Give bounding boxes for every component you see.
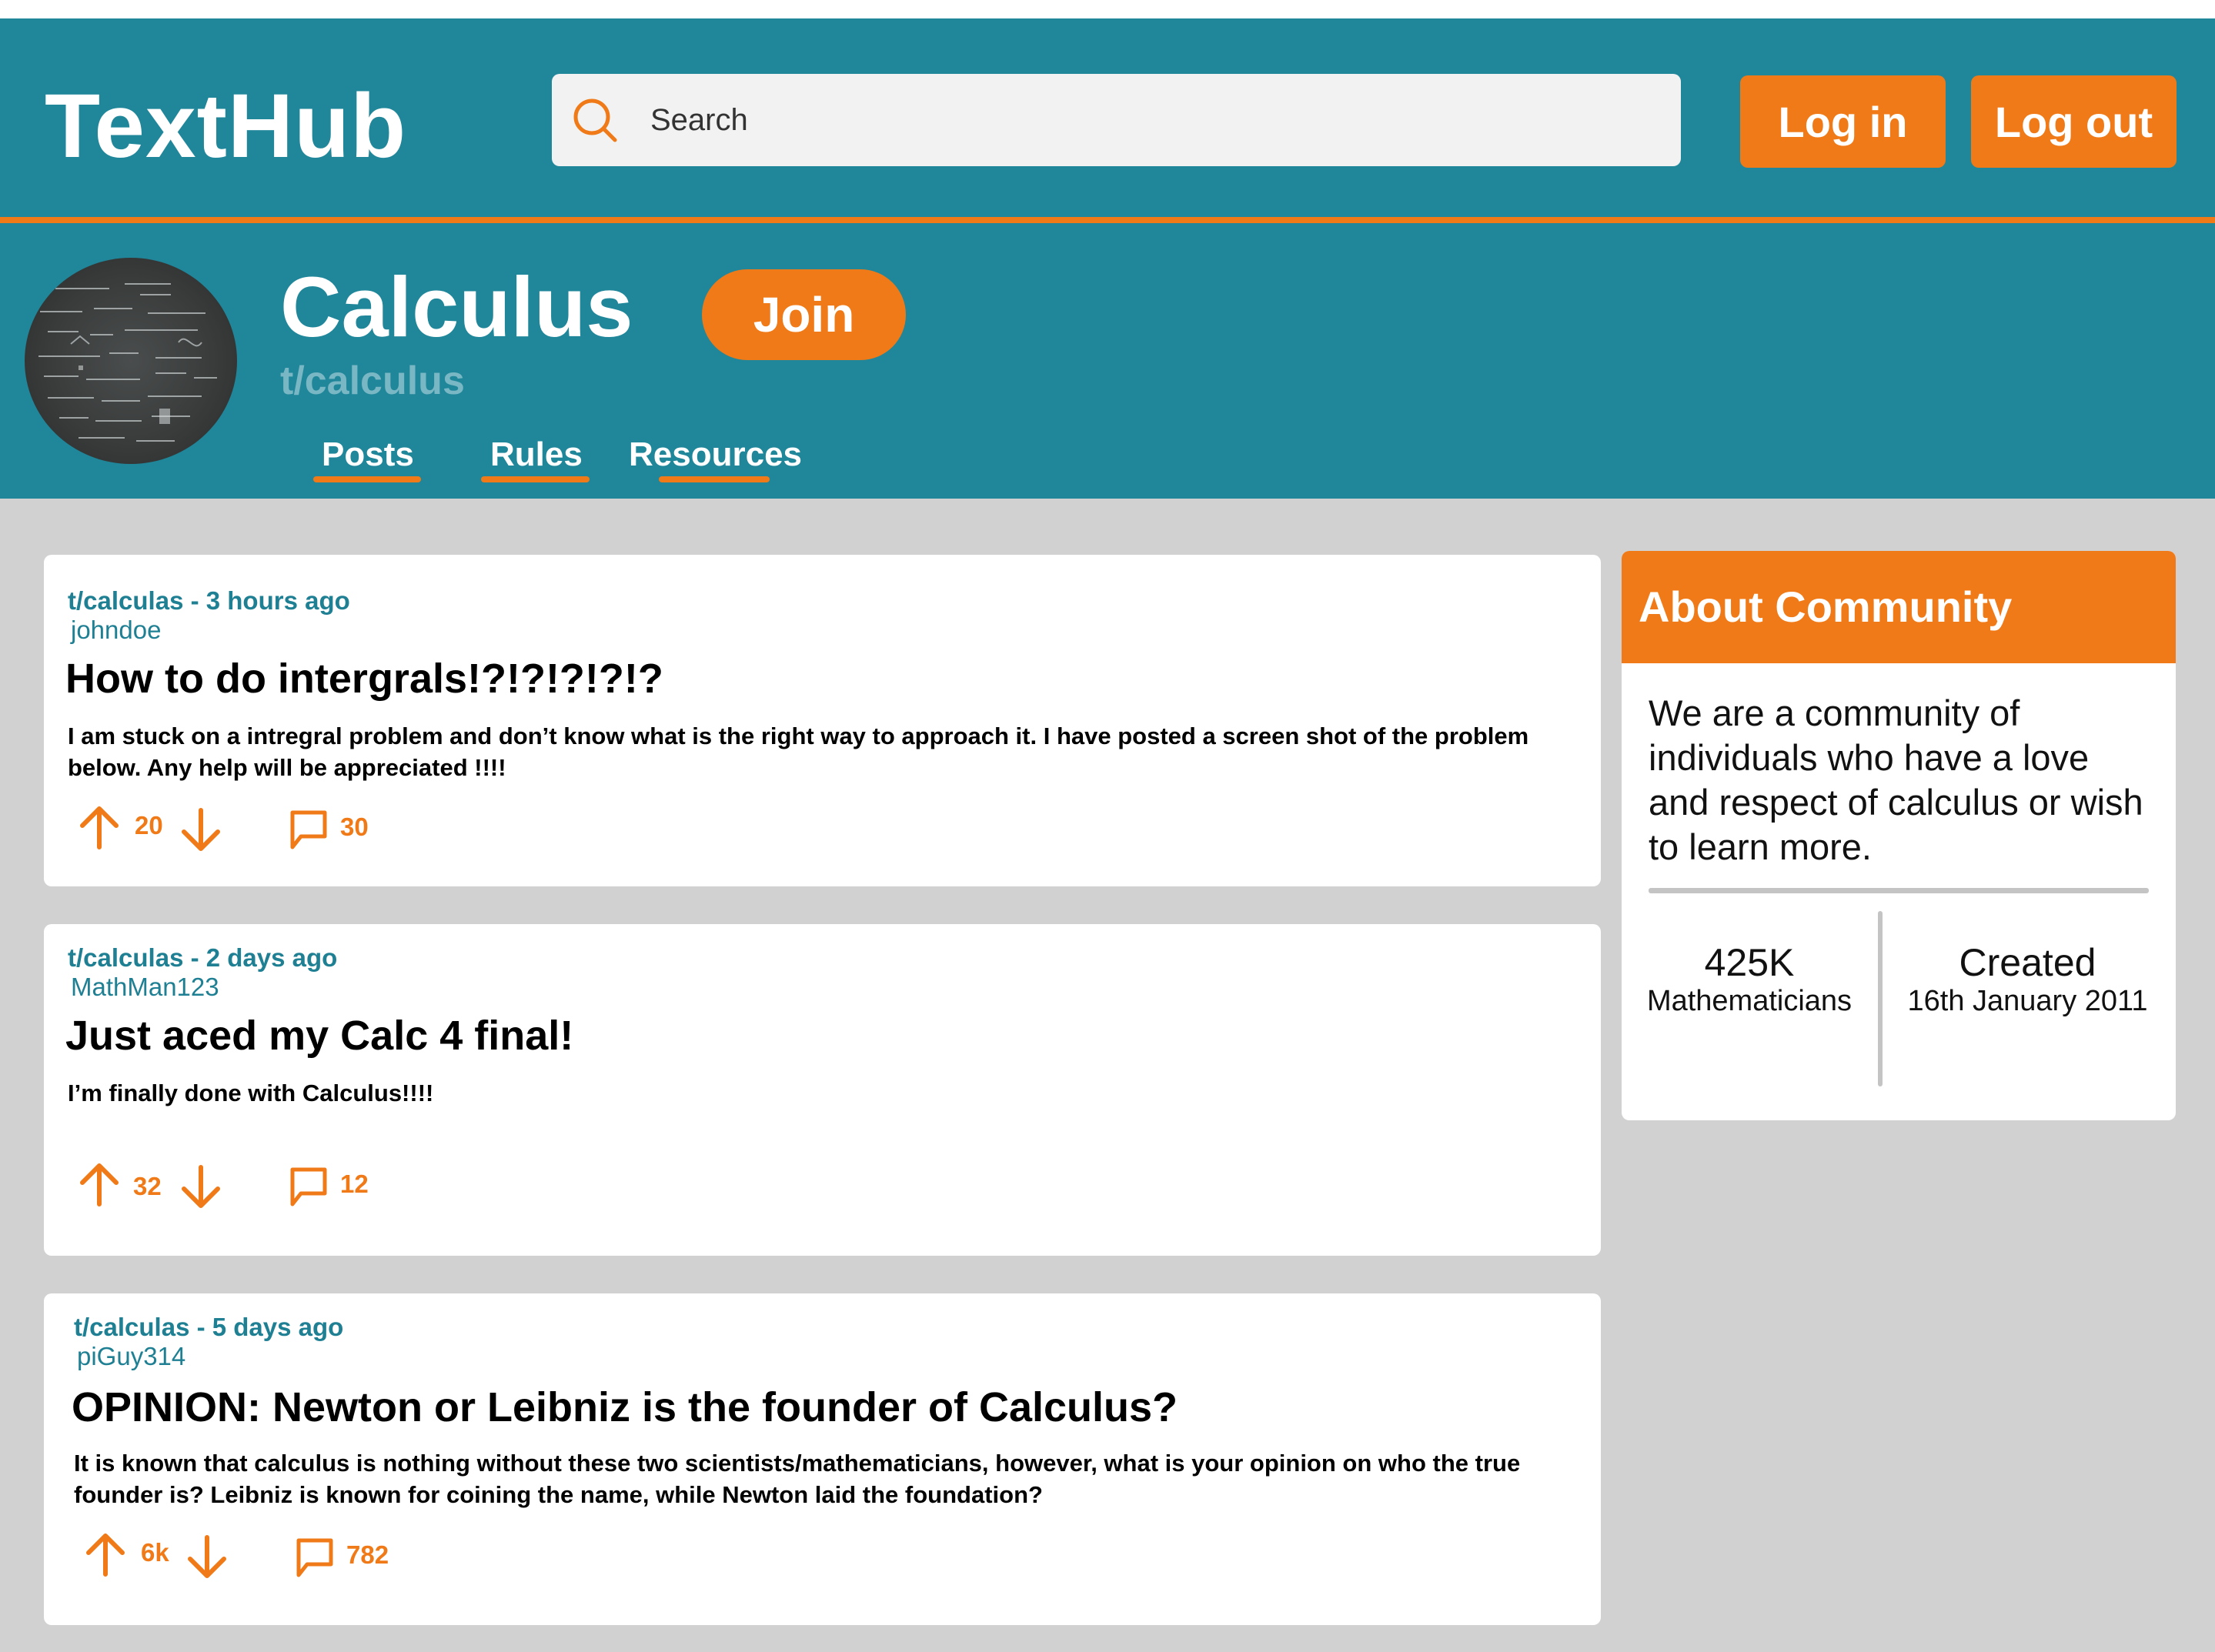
post-body: It is known that calculus is nothing wit…	[74, 1450, 1521, 1508]
about-community-panel: About Community We are a community of in…	[1622, 551, 2176, 1120]
about-stats-divider	[1878, 911, 1883, 1086]
comment-icon[interactable]	[289, 809, 329, 852]
post-body: I’m finally done with Calculus!!!!	[68, 1080, 434, 1106]
post-title[interactable]: Just aced my Calc 4 final!	[65, 1012, 573, 1060]
downvote-icon[interactable]	[176, 806, 226, 855]
tab-resources-underline	[659, 476, 770, 482]
post-author[interactable]: johndoe	[71, 616, 161, 645]
about-description: We are a community of individuals who ha…	[1649, 693, 2143, 867]
created-date: 16th January 2011	[1907, 985, 2148, 1017]
post-meta[interactable]: t/calculas - 5 days ago	[74, 1313, 343, 1342]
post-meta[interactable]: t/calculas - 2 days ago	[68, 943, 337, 973]
vote-count: 6k	[141, 1538, 169, 1567]
search-input[interactable]	[650, 89, 1651, 151]
post-title[interactable]: How to do intergrals!?!?!?!?!?	[65, 655, 663, 703]
comment-count: 782	[346, 1540, 389, 1569]
post-card[interactable]: t/calculas - 3 hours ago johndoe How to …	[44, 555, 1601, 886]
post-author[interactable]: piGuy314	[77, 1342, 185, 1371]
comment-icon[interactable]	[289, 1166, 329, 1209]
search-bar[interactable]	[552, 74, 1681, 166]
about-header: About Community	[1622, 551, 2176, 663]
post-card[interactable]: t/calculas - 2 days ago MathMan123 Just …	[44, 924, 1601, 1256]
comment-count: 30	[340, 813, 369, 841]
logout-button[interactable]: Log out	[1971, 75, 2177, 168]
community-avatar	[25, 258, 237, 464]
join-button[interactable]: Join	[702, 269, 906, 360]
header-divider	[0, 217, 2215, 223]
upvote-icon[interactable]	[75, 803, 124, 852]
comment-icon[interactable]	[295, 1537, 335, 1580]
members-label: Mathematicians	[1646, 985, 1853, 1017]
top-strip	[0, 0, 2215, 18]
comment-count: 12	[340, 1170, 369, 1198]
post-meta[interactable]: t/calculas - 3 hours ago	[68, 586, 350, 616]
about-divider	[1649, 888, 2149, 893]
post-author[interactable]: MathMan123	[71, 973, 219, 1002]
downvote-icon[interactable]	[176, 1163, 226, 1212]
post-body: I am stuck on a intregral problem and do…	[68, 723, 1529, 781]
community-handle: t/calculus	[280, 359, 465, 403]
upvote-icon[interactable]	[75, 1160, 124, 1209]
about-title: About Community	[1639, 582, 2013, 631]
tab-resources[interactable]: Resources	[629, 436, 802, 474]
tab-posts-underline	[313, 476, 421, 482]
downvote-icon[interactable]	[182, 1533, 232, 1582]
site-logo[interactable]: TextHub	[45, 74, 406, 179]
search-icon	[573, 98, 617, 142]
post-card[interactable]: t/calculas - 5 days ago piGuy314 OPINION…	[44, 1293, 1601, 1625]
community-title: Calculus	[280, 260, 633, 355]
login-button[interactable]: Log in	[1740, 75, 1946, 168]
vote-count: 20	[135, 811, 163, 839]
post-title[interactable]: OPINION: Newton or Leibniz is the founde…	[72, 1383, 1178, 1431]
upvote-icon[interactable]	[81, 1530, 130, 1579]
created-label: Created	[1959, 941, 2096, 984]
vote-count: 32	[133, 1172, 162, 1200]
tab-posts[interactable]: Posts	[322, 436, 414, 474]
members-count: 425K	[1704, 941, 1795, 984]
tab-rules-underline	[481, 476, 590, 482]
tab-rules[interactable]: Rules	[490, 436, 583, 474]
